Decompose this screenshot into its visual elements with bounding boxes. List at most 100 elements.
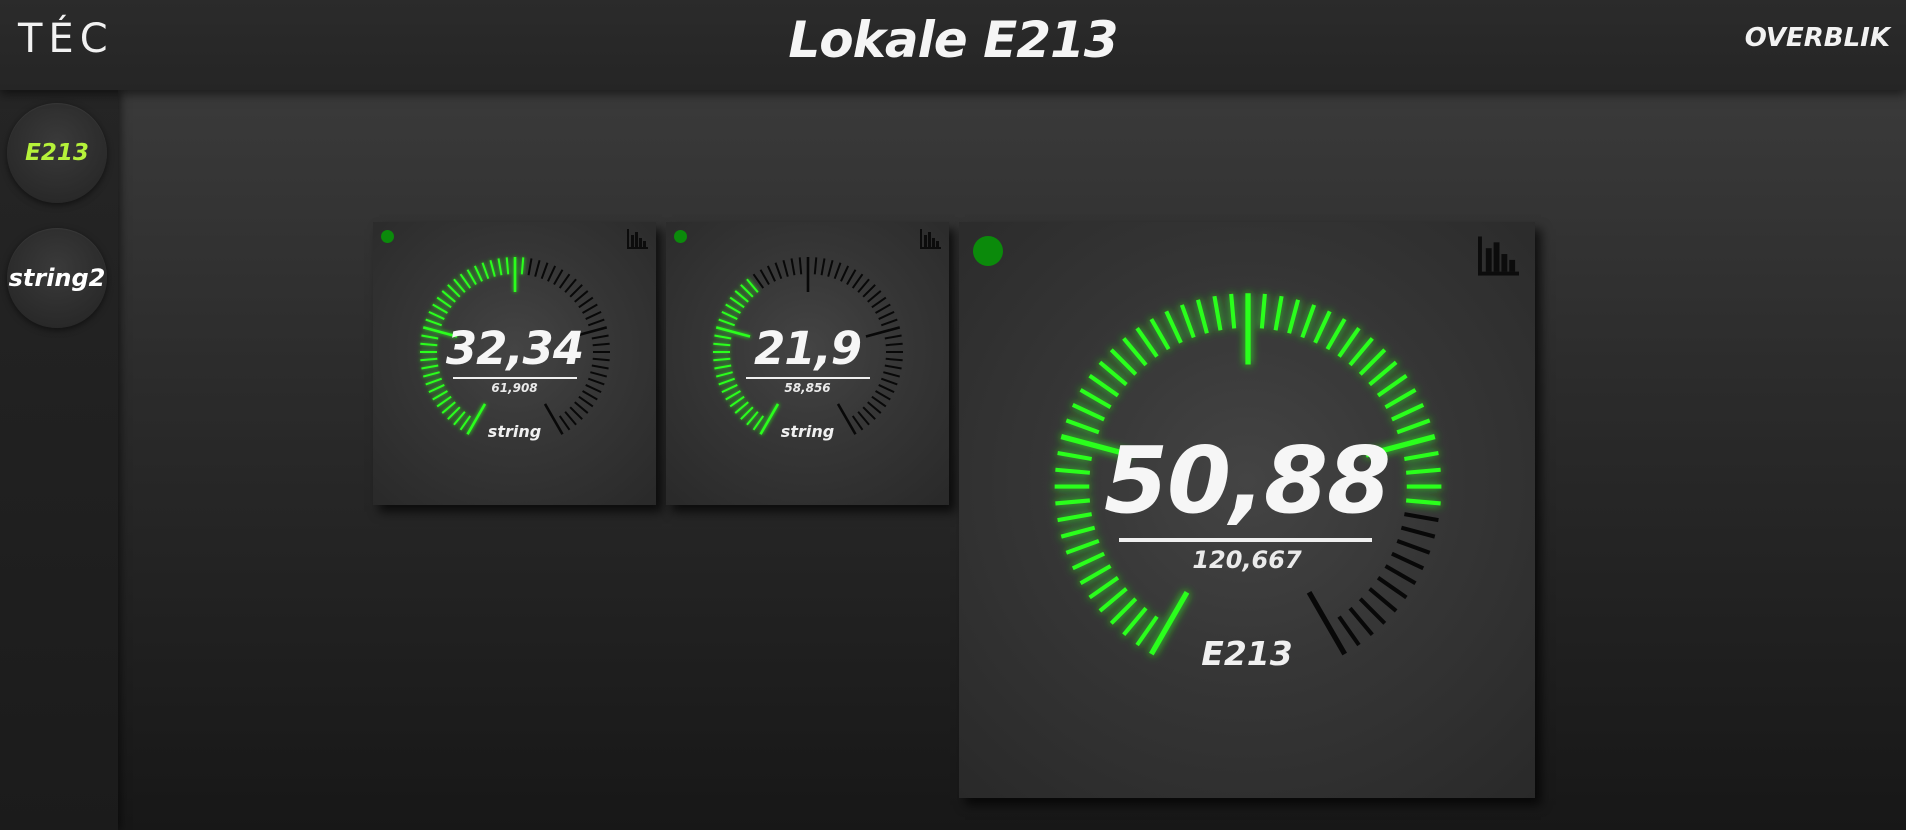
gauge-tick <box>1287 299 1301 334</box>
gauge-tick <box>878 310 895 320</box>
gauge-tick <box>527 258 533 276</box>
gauge-tick <box>740 284 754 298</box>
gauge-tick <box>578 395 594 408</box>
gauge-tick <box>734 290 749 303</box>
gauge-label: string <box>780 422 835 441</box>
bar-chart-icon[interactable] <box>1478 236 1519 276</box>
gauge-tick <box>489 259 496 277</box>
gauge-value: 32,34 <box>445 322 584 375</box>
gauge-card-string-1[interactable]: 32,34 61,908 string <box>373 222 656 505</box>
gauge-tick <box>1122 337 1148 367</box>
gauge-divider <box>746 377 870 379</box>
gauge-tick <box>740 406 754 420</box>
gauge-divider <box>453 377 577 379</box>
gauge-tick <box>574 290 589 303</box>
gauge-tick <box>1079 388 1112 409</box>
gauge-tick <box>721 310 738 320</box>
gauge-tick <box>734 401 749 414</box>
sidebar-item-string2[interactable]: string2 <box>7 228 107 328</box>
gauge-tick <box>1337 327 1361 358</box>
gauge-tick <box>752 273 765 289</box>
gauge-tick <box>569 284 583 298</box>
gauge-tick <box>1122 606 1148 637</box>
gauge-tick <box>875 303 891 314</box>
gauge-tick <box>447 284 461 298</box>
gauge-tick <box>1109 348 1138 376</box>
gauge-tick <box>759 269 770 285</box>
gauge-tick <box>846 269 857 285</box>
status-indicator-icon <box>973 236 1003 266</box>
gauge-divider <box>1119 538 1372 542</box>
gauge-tick <box>1376 374 1408 398</box>
gauge-tick <box>827 259 834 277</box>
gauge-tick <box>1098 360 1128 387</box>
status-indicator-icon <box>381 230 394 243</box>
gauge-tick <box>564 278 577 293</box>
bar-chart-icon[interactable] <box>627 229 648 249</box>
gauge-tick <box>497 258 503 276</box>
gauge-tick <box>867 401 882 414</box>
gauge-card-string-2[interactable]: 21,9 58,856 string <box>666 222 949 505</box>
gauge-tick <box>851 273 864 289</box>
gauge-tick <box>746 278 759 293</box>
gauge-tick <box>862 284 876 298</box>
gauge-tick <box>585 310 602 320</box>
gauge-tick <box>1348 337 1374 367</box>
gauge-tick <box>558 273 571 289</box>
gauge-sub-value: 120,667 <box>1192 546 1302 574</box>
sidebar-item-e213[interactable]: E213 <box>7 103 107 203</box>
gauge-tick <box>1358 597 1387 625</box>
gauge-tick <box>867 290 882 303</box>
status-indicator-icon <box>674 230 687 243</box>
gauge-tick <box>578 296 594 309</box>
gauge-tick <box>481 262 490 280</box>
gauge-tick <box>725 303 741 314</box>
gauge-tick <box>505 257 510 275</box>
overview-link[interactable]: OVERBLIK <box>1745 22 1890 54</box>
gauge-tick <box>857 278 870 293</box>
gauge-value: 50,88 <box>1103 427 1391 534</box>
gauge-tick <box>1135 327 1159 358</box>
gauge-tick <box>520 257 525 275</box>
gauge-tick <box>871 296 887 309</box>
gauge-tick <box>553 269 564 285</box>
sidebar: E213 string2 <box>0 90 118 830</box>
gauge-tick <box>1088 374 1120 398</box>
gauge-tick <box>436 395 452 408</box>
gauge-tick <box>1325 318 1347 351</box>
gauge-sub-value: 58,856 <box>784 381 831 395</box>
gauge-tick <box>436 296 452 309</box>
gauge-tick <box>1098 587 1128 613</box>
gauge-tick <box>729 395 745 408</box>
gauge-tick <box>813 257 818 275</box>
gauge-tick <box>569 406 583 420</box>
gauge-card-e213[interactable]: 50,88 120,667 E213 <box>959 222 1535 798</box>
gauge-tick <box>1376 575 1408 600</box>
gauge-tick <box>1368 360 1398 387</box>
gauge-tick <box>774 262 783 280</box>
gauge-tick <box>1212 295 1223 331</box>
gauge-tick <box>1109 597 1138 625</box>
gauge-tick <box>453 278 466 293</box>
gauge-tick <box>1149 318 1171 351</box>
gauge-tick <box>1088 575 1120 600</box>
gauge-tick <box>1358 348 1387 376</box>
gauge-label: string <box>487 422 542 441</box>
gauge-tick <box>1164 310 1183 344</box>
gauge-tick <box>833 262 842 280</box>
gauge-tick <box>466 269 477 285</box>
gauge-tick <box>1071 403 1105 422</box>
gauge-label: E213 <box>1201 634 1293 673</box>
gauge-tick <box>798 257 803 275</box>
bar-chart-icon[interactable] <box>920 229 941 249</box>
gauge-tick <box>729 296 745 309</box>
gauge-tick <box>534 259 541 277</box>
gauge-tick <box>582 303 598 314</box>
gauge-tick <box>428 310 445 320</box>
gauge-tick <box>1391 403 1425 422</box>
gauge-tick <box>574 401 589 414</box>
top-bar: TÉC Lokale E213 OVERBLIK <box>0 0 1906 90</box>
gauge-tick <box>1273 295 1284 331</box>
gauge-tick <box>782 259 789 277</box>
gauge-tick <box>871 395 887 408</box>
